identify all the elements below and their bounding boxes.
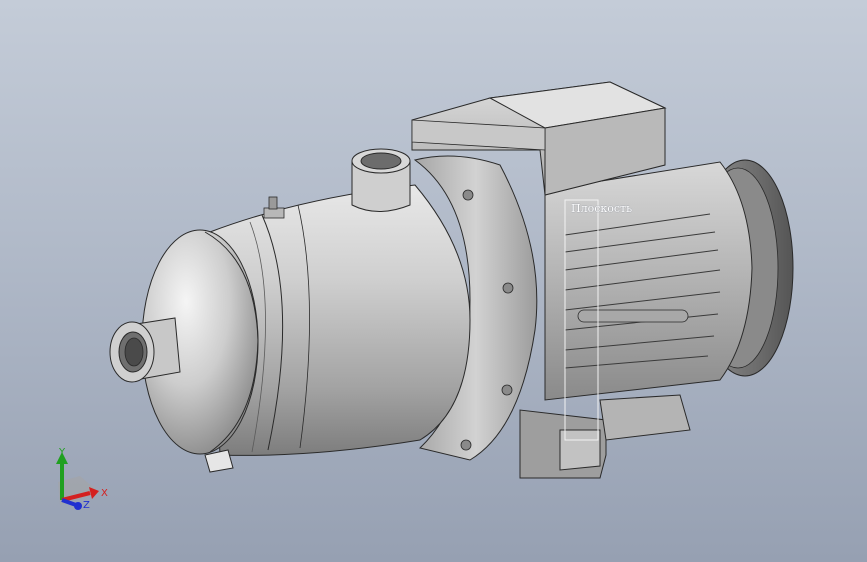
motor-housing bbox=[544, 161, 753, 401]
flange-bolt bbox=[460, 439, 472, 451]
reference-plane-label[interactable]: Плоскость bbox=[571, 202, 632, 215]
motor-rail bbox=[577, 309, 689, 323]
inlet-port bbox=[109, 317, 181, 383]
pump-3d-model[interactable]: Y X Z bbox=[0, 0, 867, 562]
outlet-port bbox=[351, 148, 411, 212]
triad-y-label: Y bbox=[58, 447, 66, 458]
flange-bolt bbox=[501, 384, 513, 396]
coordinate-triad: Y X Z bbox=[56, 447, 108, 511]
flange-bolt bbox=[502, 282, 514, 294]
triad-x-label: X bbox=[101, 488, 108, 499]
triad-z-label: Z bbox=[83, 500, 90, 511]
vent-plug bbox=[263, 196, 285, 219]
graphics-viewport[interactable]: Y X Z Плоскость bbox=[0, 0, 867, 562]
motor-base bbox=[519, 394, 691, 479]
flange-bolt bbox=[462, 189, 474, 201]
drain-plug bbox=[204, 449, 234, 473]
